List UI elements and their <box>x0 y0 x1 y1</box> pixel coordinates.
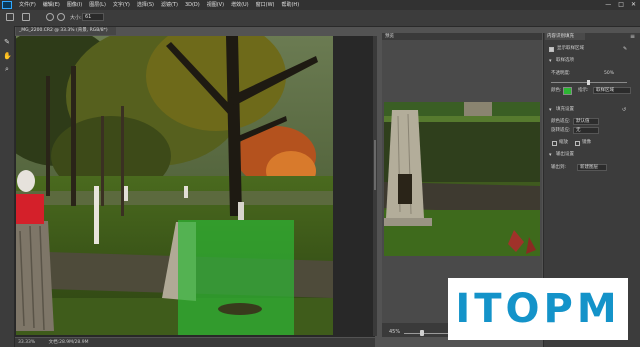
fill-settings-header: 填充设置 <box>556 107 574 112</box>
close-icon[interactable]: ✕ <box>631 0 636 10</box>
menu-select[interactable]: 选择(S) <box>136 0 155 10</box>
mirror-checkbox[interactable] <box>575 141 580 146</box>
color-adaptation-label: 颜色适应: <box>551 119 571 124</box>
vertical-scrollbar-thumb[interactable] <box>374 140 376 190</box>
chevron-down-icon[interactable]: ▾ <box>549 152 552 158</box>
sampling-brush-icon[interactable]: ✎ <box>623 46 627 52</box>
park-photo <box>16 36 333 335</box>
watermark-text: ITOPM <box>455 286 621 332</box>
overlay-color-swatch[interactable] <box>563 87 572 95</box>
preview-zoom-thumb[interactable] <box>420 330 424 336</box>
show-sampling-area-label: 显示取样区域 <box>557 46 584 51</box>
menu-image[interactable]: 图像(I) <box>66 0 83 10</box>
window-controls: — □ ✕ <box>605 0 636 10</box>
menu-help[interactable]: 帮助(H) <box>280 0 300 10</box>
preview-panel-header: 预览 <box>382 33 542 40</box>
reset-icon[interactable]: ↺ <box>622 107 626 113</box>
chevron-down-icon[interactable]: ▾ <box>549 107 552 113</box>
indicates-label: 指示: <box>578 88 589 93</box>
home-icon[interactable] <box>6 13 14 21</box>
document-info: 文档:28.9M/28.9M <box>48 340 89 345</box>
rotation-adaptation-label: 旋转适应: <box>551 128 571 133</box>
menu-edit[interactable]: 编辑(E) <box>42 0 61 10</box>
show-sampling-area-checkbox[interactable] <box>549 47 554 52</box>
menu-type[interactable]: 文字(Y) <box>112 0 131 10</box>
indicates-select[interactable]: 取样区域 <box>593 87 631 94</box>
document-tab[interactable]: _MG_2200.CR2 @ 33.3% (背景, RGB/8*) <box>16 27 116 35</box>
scale-checkbox[interactable] <box>552 141 557 146</box>
toolbar <box>0 26 15 347</box>
sampling-options-header: 取样选项 <box>556 58 574 63</box>
preview-zoom-label: 45% <box>389 329 401 335</box>
photoshop-logo-icon[interactable] <box>2 1 12 9</box>
menu-window[interactable]: 窗口(W) <box>255 0 276 10</box>
menu-file[interactable]: 文件(F) <box>18 0 37 10</box>
opacity-value[interactable]: 50% <box>604 71 614 77</box>
size-label: 大小: <box>70 15 82 21</box>
menu-layer[interactable]: 图层(L) <box>88 0 107 10</box>
output-to-select[interactable]: 新建图层 <box>577 164 607 171</box>
maximize-icon[interactable]: □ <box>618 0 624 10</box>
chevron-down-icon[interactable]: ▾ <box>549 58 552 64</box>
mirror-label: 镜像 <box>582 140 591 145</box>
color-adaptation-select[interactable]: 默认值 <box>573 118 599 125</box>
panel-tab[interactable]: 内容识别填充 <box>545 33 585 40</box>
status-bar: 33.33% 文档:28.9M/28.9M <box>15 338 375 347</box>
add-to-sample-icon[interactable] <box>46 13 54 21</box>
subtract-from-sample-icon[interactable] <box>57 13 65 21</box>
size-input[interactable]: 61 <box>82 13 104 21</box>
menu-filter[interactable]: 滤镜(T) <box>160 0 179 10</box>
output-settings-header: 输出设置 <box>556 152 574 157</box>
document-canvas[interactable] <box>16 36 333 335</box>
zoom-icon[interactable]: ⌕ <box>3 65 11 73</box>
opacity-label: 不透明度: <box>551 71 571 76</box>
refine-edge-brush-icon[interactable]: ✎ <box>3 38 11 46</box>
menu-3d[interactable]: 3D(D) <box>184 0 201 10</box>
preview-photo <box>384 102 540 256</box>
output-to-label: 输出到: <box>551 165 567 170</box>
zoom-level[interactable]: 33.33% <box>15 340 35 345</box>
menu-view[interactable]: 视图(V) <box>206 0 225 10</box>
scale-label: 缩放 <box>559 140 568 145</box>
color-label: 颜色: <box>551 88 562 93</box>
preview-image <box>384 102 540 256</box>
hand-icon[interactable]: ✋ <box>3 52 12 60</box>
brush-preset-icon[interactable] <box>22 13 30 21</box>
opacity-slider-thumb[interactable] <box>587 80 590 85</box>
minimize-icon[interactable]: — <box>605 0 611 10</box>
rotation-adaptation-select[interactable]: 无 <box>573 127 599 134</box>
panel-menu-icon[interactable]: ≡ <box>630 33 635 40</box>
menu-plugins[interactable]: 增效(U) <box>230 0 250 10</box>
main-menu: 文件(F) 编辑(E) 图像(I) 图层(L) 文字(Y) 选择(S) 滤镜(T… <box>18 0 300 10</box>
itopm-watermark: ITOPM <box>448 278 628 340</box>
